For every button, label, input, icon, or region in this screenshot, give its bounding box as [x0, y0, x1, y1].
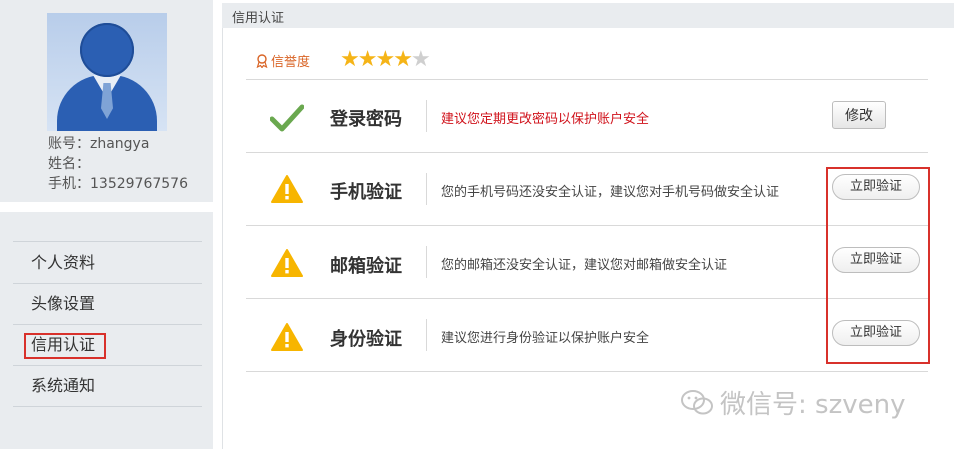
nav-divider [13, 241, 202, 242]
row-separator [426, 319, 427, 351]
profile-card: 账号：zhangya 姓名： 手机：13529767576 [0, 0, 213, 202]
watermark-text: 微信号: szveny [720, 390, 906, 420]
star-icon: ★ [393, 47, 413, 72]
active-item-highlight [24, 333, 106, 359]
row-title-email: 邮箱验证 [330, 256, 402, 277]
divider [246, 371, 928, 372]
warning-icon [271, 323, 303, 351]
credit-label: 信誉度 [271, 55, 311, 70]
profile-account: 账号：zhangya [48, 136, 150, 152]
divider [246, 79, 928, 80]
row-title-password: 登录密码 [330, 109, 402, 130]
profile-name: 姓名： [48, 156, 90, 172]
row-desc-identity: 建议您进行身份验证以保护账户安全 [441, 331, 650, 346]
profile-phone: 手机：13529767576 [48, 176, 188, 192]
main-header: 信用认证 [222, 3, 954, 28]
divider [246, 152, 928, 153]
sidebar-item-label: 头像设置 [31, 294, 96, 313]
sidebar-item-label: 系统通知 [31, 376, 96, 395]
star-rating: ★★★★★ [340, 47, 431, 72]
medal-icon [256, 54, 268, 68]
verify-buttons-highlight [826, 167, 930, 364]
wechat-watermark: 微信号: szveny [680, 384, 905, 421]
sidebar-item-notifications[interactable]: 系统通知 [13, 366, 202, 407]
row-separator [426, 100, 427, 132]
credit-label-wrap: 信誉度 [256, 51, 310, 70]
page-title: 信用认证 [232, 11, 285, 26]
star-empty-icon: ★ [410, 47, 431, 72]
sidebar-item-avatar-settings[interactable]: 头像设置 [13, 284, 202, 325]
star-icon: ★ [340, 47, 360, 72]
avatar-head [80, 23, 134, 77]
wechat-icon [681, 390, 713, 415]
star-icon: ★ [375, 47, 395, 72]
row-title-phone: 手机验证 [330, 182, 402, 203]
checkmark-icon [270, 104, 304, 132]
row-title-identity: 身份验证 [330, 329, 402, 350]
avatar[interactable] [47, 13, 167, 131]
row-desc-password: 建议您定期更改密码以保护账户安全 [441, 112, 650, 127]
row-desc-phone: 您的手机号码还没安全认证，建议您对手机号码做安全认证 [441, 185, 780, 200]
warning-icon [271, 249, 303, 277]
star-icon: ★ [357, 47, 378, 72]
sidebar-item-profile[interactable]: 个人资料 [13, 243, 202, 284]
main-border [222, 28, 223, 449]
row-desc-email: 您的邮箱还没安全认证，建议您对邮箱做安全认证 [441, 258, 728, 273]
row-separator [426, 173, 427, 205]
row-separator [426, 246, 427, 278]
warning-icon [271, 175, 303, 203]
sidebar-item-label: 个人资料 [31, 253, 96, 272]
edit-password-button[interactable]: 修改 [832, 101, 886, 129]
